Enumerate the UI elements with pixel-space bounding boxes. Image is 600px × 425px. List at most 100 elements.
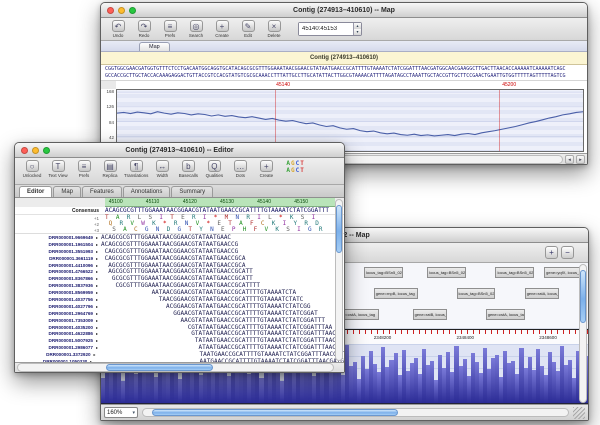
position-range-input[interactable] [299,23,353,35]
translations-button[interactable]: ¶Translations [124,160,148,178]
read-name[interactable]: DRR000001.4622886 [15,331,93,336]
tool-label: Edit [244,33,252,38]
feature-box[interactable]: locus_tag=BSn5_02150 [427,267,466,278]
read-name[interactable]: DRR000001.9669649 [15,235,93,240]
read-name[interactable]: DRR000001.1961504 [15,242,93,247]
undo-button[interactable]: ↶Undo [106,20,130,38]
minimize-button[interactable] [32,147,39,154]
read-name[interactable]: DRR000001.2986077 [15,345,93,350]
read-name[interactable]: DRR000001.7353009 [15,318,93,323]
feature-box[interactable]: gene=cstA, locus_ta [486,309,525,320]
read-name[interactable]: DRR000001.8569959 [15,290,93,295]
map2-vertical-scrollbar[interactable] [579,264,587,403]
read-row[interactable]: DRR000001.8569959▸ AATAACGGAACGTATAATGAA… [15,289,344,296]
prefs-button[interactable]: ≡Prefs [158,20,182,38]
read-row[interactable]: DRR000001.7353009▸ AACGTATAATGAACCGCATTT… [15,317,344,324]
feature-box[interactable]: gene=ratB, locus_t [413,309,447,320]
scrollbar-thumb[interactable] [336,205,342,253]
read-row[interactable]: DRR000001.3837936▸ CGCGTTTGGAAATAACGGAAC… [15,282,344,289]
editor-horizontal-scrollbar[interactable] [15,362,344,372]
read-row[interactable]: DRR000001.3661119▸ CAGCGCGTTTGGAAATAACGG… [15,255,344,262]
read-name[interactable]: DRR000001.4766522 [15,269,93,274]
replica-button[interactable]: ▤Replica [98,160,122,178]
tab-summary[interactable]: Summary [171,186,213,197]
read-row[interactable]: DRR000001.3372920▸ TAATGAACCGCATTTTGTAAA… [15,351,344,358]
delete-button[interactable]: ×Delete [262,20,286,38]
scrollbar-track[interactable] [17,363,334,372]
read-row[interactable]: DRR000001.5007925▸ TATAATGAACCGCATTTTGTA… [15,337,344,344]
resize-grip[interactable] [573,407,585,419]
edit-button[interactable]: ✎Edit [236,20,260,38]
read-name[interactable]: DRR000001.4035200 [15,325,93,330]
create-button[interactable]: +Create [254,160,278,178]
scroll-left-button[interactable]: ◂ [565,155,574,164]
read-row[interactable]: DRR000001.4410096▸ AGCGCGTTTGGAAATAACGGA… [15,262,344,269]
unlocked-button[interactable]: ○Unlocked [20,160,44,178]
search-button[interactable]: ◎Search [184,20,208,38]
feature-box[interactable]: gene=rnpB, locus_tag [374,288,418,299]
read-row[interactable]: DRR000001.4766522▸ AGCGCGTTTGGAAATAACGGA… [15,268,344,275]
zoom-button[interactable] [129,7,136,14]
tab-annotations[interactable]: Annotations [123,186,171,197]
tab-editor[interactable]: Editor [19,186,52,197]
position-range-field[interactable]: ▴ ▾ [298,22,362,36]
zoom-button[interactable] [43,147,50,154]
scrollbar-thumb[interactable] [106,364,213,371]
y-axis-label: 84 [109,120,114,125]
read-row[interactable]: DRR000001.4622886▸ GTATAATGAACCGCATTTTGT… [15,330,344,337]
feature-box[interactable]: locus_tag=BSn5_02165 [457,288,496,299]
read-row[interactable]: DRR000001.9669649▸ACAGCGCGTTTGGAAATAACGG… [15,234,344,241]
width-button[interactable]: ↔Width [150,160,174,178]
editor-vertical-scrollbar[interactable] [335,199,343,361]
read-name[interactable]: DRR000001.3837936 [15,283,93,288]
map2-horizontal-scrollbar[interactable] [142,408,569,417]
tab-map[interactable]: Map [139,42,170,51]
scrollbar-thumb[interactable] [580,270,586,322]
close-button[interactable] [21,147,28,154]
feature-box[interactable]: gene=ratA, locus_t [525,288,559,299]
read-name[interactable]: DRR000001.4037756 [15,297,93,302]
map-titlebar[interactable]: Contig (274913–410610) -- Map [101,3,587,18]
feature-box[interactable]: gene=yqfX, locus_ta [544,267,583,278]
read-name[interactable]: DRR000001.4027796 [15,304,93,309]
read-name[interactable]: DRR000001.4410096 [15,263,93,268]
read-name[interactable]: DRR000001.3372920 [15,352,91,357]
read-row[interactable]: DRR000001.8367866▸ GCGCGTTTGGAAATAACGGAA… [15,275,344,282]
zoom-in-button[interactable]: + [545,246,558,259]
minimize-button[interactable] [118,7,125,14]
zoom-out-button[interactable]: − [561,246,574,259]
read-row[interactable]: DRR000001.2964769▸ GGAACGTATAATGAACCGCAT… [15,310,344,317]
read-name[interactable]: DRR000001.1050330 [15,359,87,362]
zoom-select[interactable]: 160% ▾ [104,407,138,418]
create-button[interactable]: +Create [210,20,234,38]
basecalls-button[interactable]: bBasecalls [176,160,200,178]
stepper-down-icon[interactable]: ▾ [354,29,361,35]
reads-panel[interactable]: DRR000001.9669649▸ACAGCGCGTTTGGAAATAACGG… [15,234,344,362]
read-name[interactable]: DRR000001.5007925 [15,338,93,343]
read-row[interactable]: DRR000001.2986077▸ ATAATGAACCGCATTTTGTAA… [15,344,344,351]
read-name[interactable]: DRR000001.3661119 [15,256,93,261]
read-row[interactable]: DRR000001.4027796▸ ACGGAACGTATAATGAACCGC… [15,303,344,310]
read-name[interactable]: DRR000001.3551993 [15,249,93,254]
redo-button[interactable]: ↷Redo [132,20,156,38]
scrollbar-thumb[interactable] [152,409,399,416]
editor-titlebar[interactable]: Contig (274913–410610) -- Editor [15,143,344,158]
tab-map[interactable]: Map [53,186,81,197]
range-stepper[interactable]: ▴ ▾ [353,23,361,35]
read-row[interactable]: DRR000001.4035200▸ CGTATAATGAACCGCATTTTG… [15,324,344,331]
prefs-button[interactable]: ≡Prefs [72,160,96,178]
qualities-button[interactable]: QQualities [202,160,226,178]
feature-box[interactable]: locus_tag=BSn5_02145 [364,267,403,278]
read-name[interactable]: DRR000001.2964769 [15,311,93,316]
close-button[interactable] [107,7,114,14]
read-row[interactable]: DRR000001.4037756▸ TAACGGAACGTATAATGAACC… [15,296,344,303]
read-row[interactable]: DRR000001.3551993▸ CAGCGCGTTTGGAAATAACGG… [15,248,344,255]
dots-button[interactable]: …Dots [228,160,252,178]
text-view-button[interactable]: TText View [46,160,70,178]
feature-box[interactable]: locus_tag=BSn5_02155 [495,267,534,278]
read-name[interactable]: DRR000001.8367866 [15,276,93,281]
read-row[interactable]: DRR000001.1050330▸ AATGAACCGCATTTTGTAAAA… [15,358,344,362]
read-row[interactable]: DRR000001.1961504▸ACAGCGCGTTTGGAAATAACGG… [15,241,344,248]
scroll-right-button[interactable]: ▸ [576,155,585,164]
tab-features[interactable]: Features [82,186,122,197]
